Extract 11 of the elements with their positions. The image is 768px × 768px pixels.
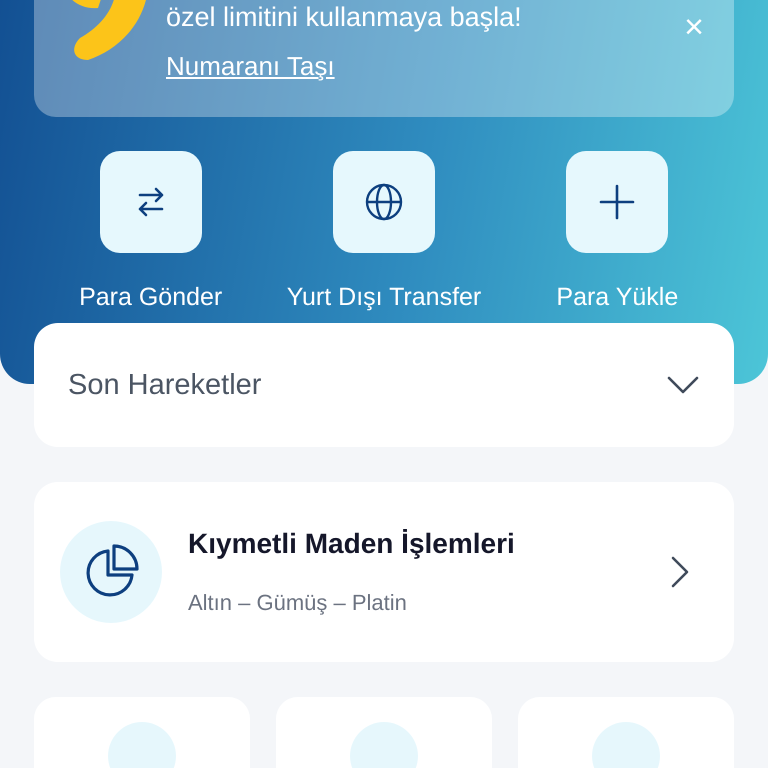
action-button[interactable] [332,151,435,253]
action-button[interactable] [100,151,202,253]
card-subtitle: Altın – Gümüş – Platin [188,590,408,616]
action-label: Para Yükle [556,283,678,312]
recent-transactions-card[interactable]: Son Hareketler [34,323,734,447]
banner-text: özel limitini kullanmaya başla! [166,2,522,33]
precious-metals-card[interactable]: Kıymetli Maden İşlemleri Altın – Gümüş – Platin [34,482,734,662]
action-label: Para Gönder [79,283,222,312]
action-label: Yurt Dışı Transfer [286,283,482,312]
card-title: Kıymetli Maden İşlemleri [188,528,516,560]
card-title: Son Hareketler [68,368,262,402]
